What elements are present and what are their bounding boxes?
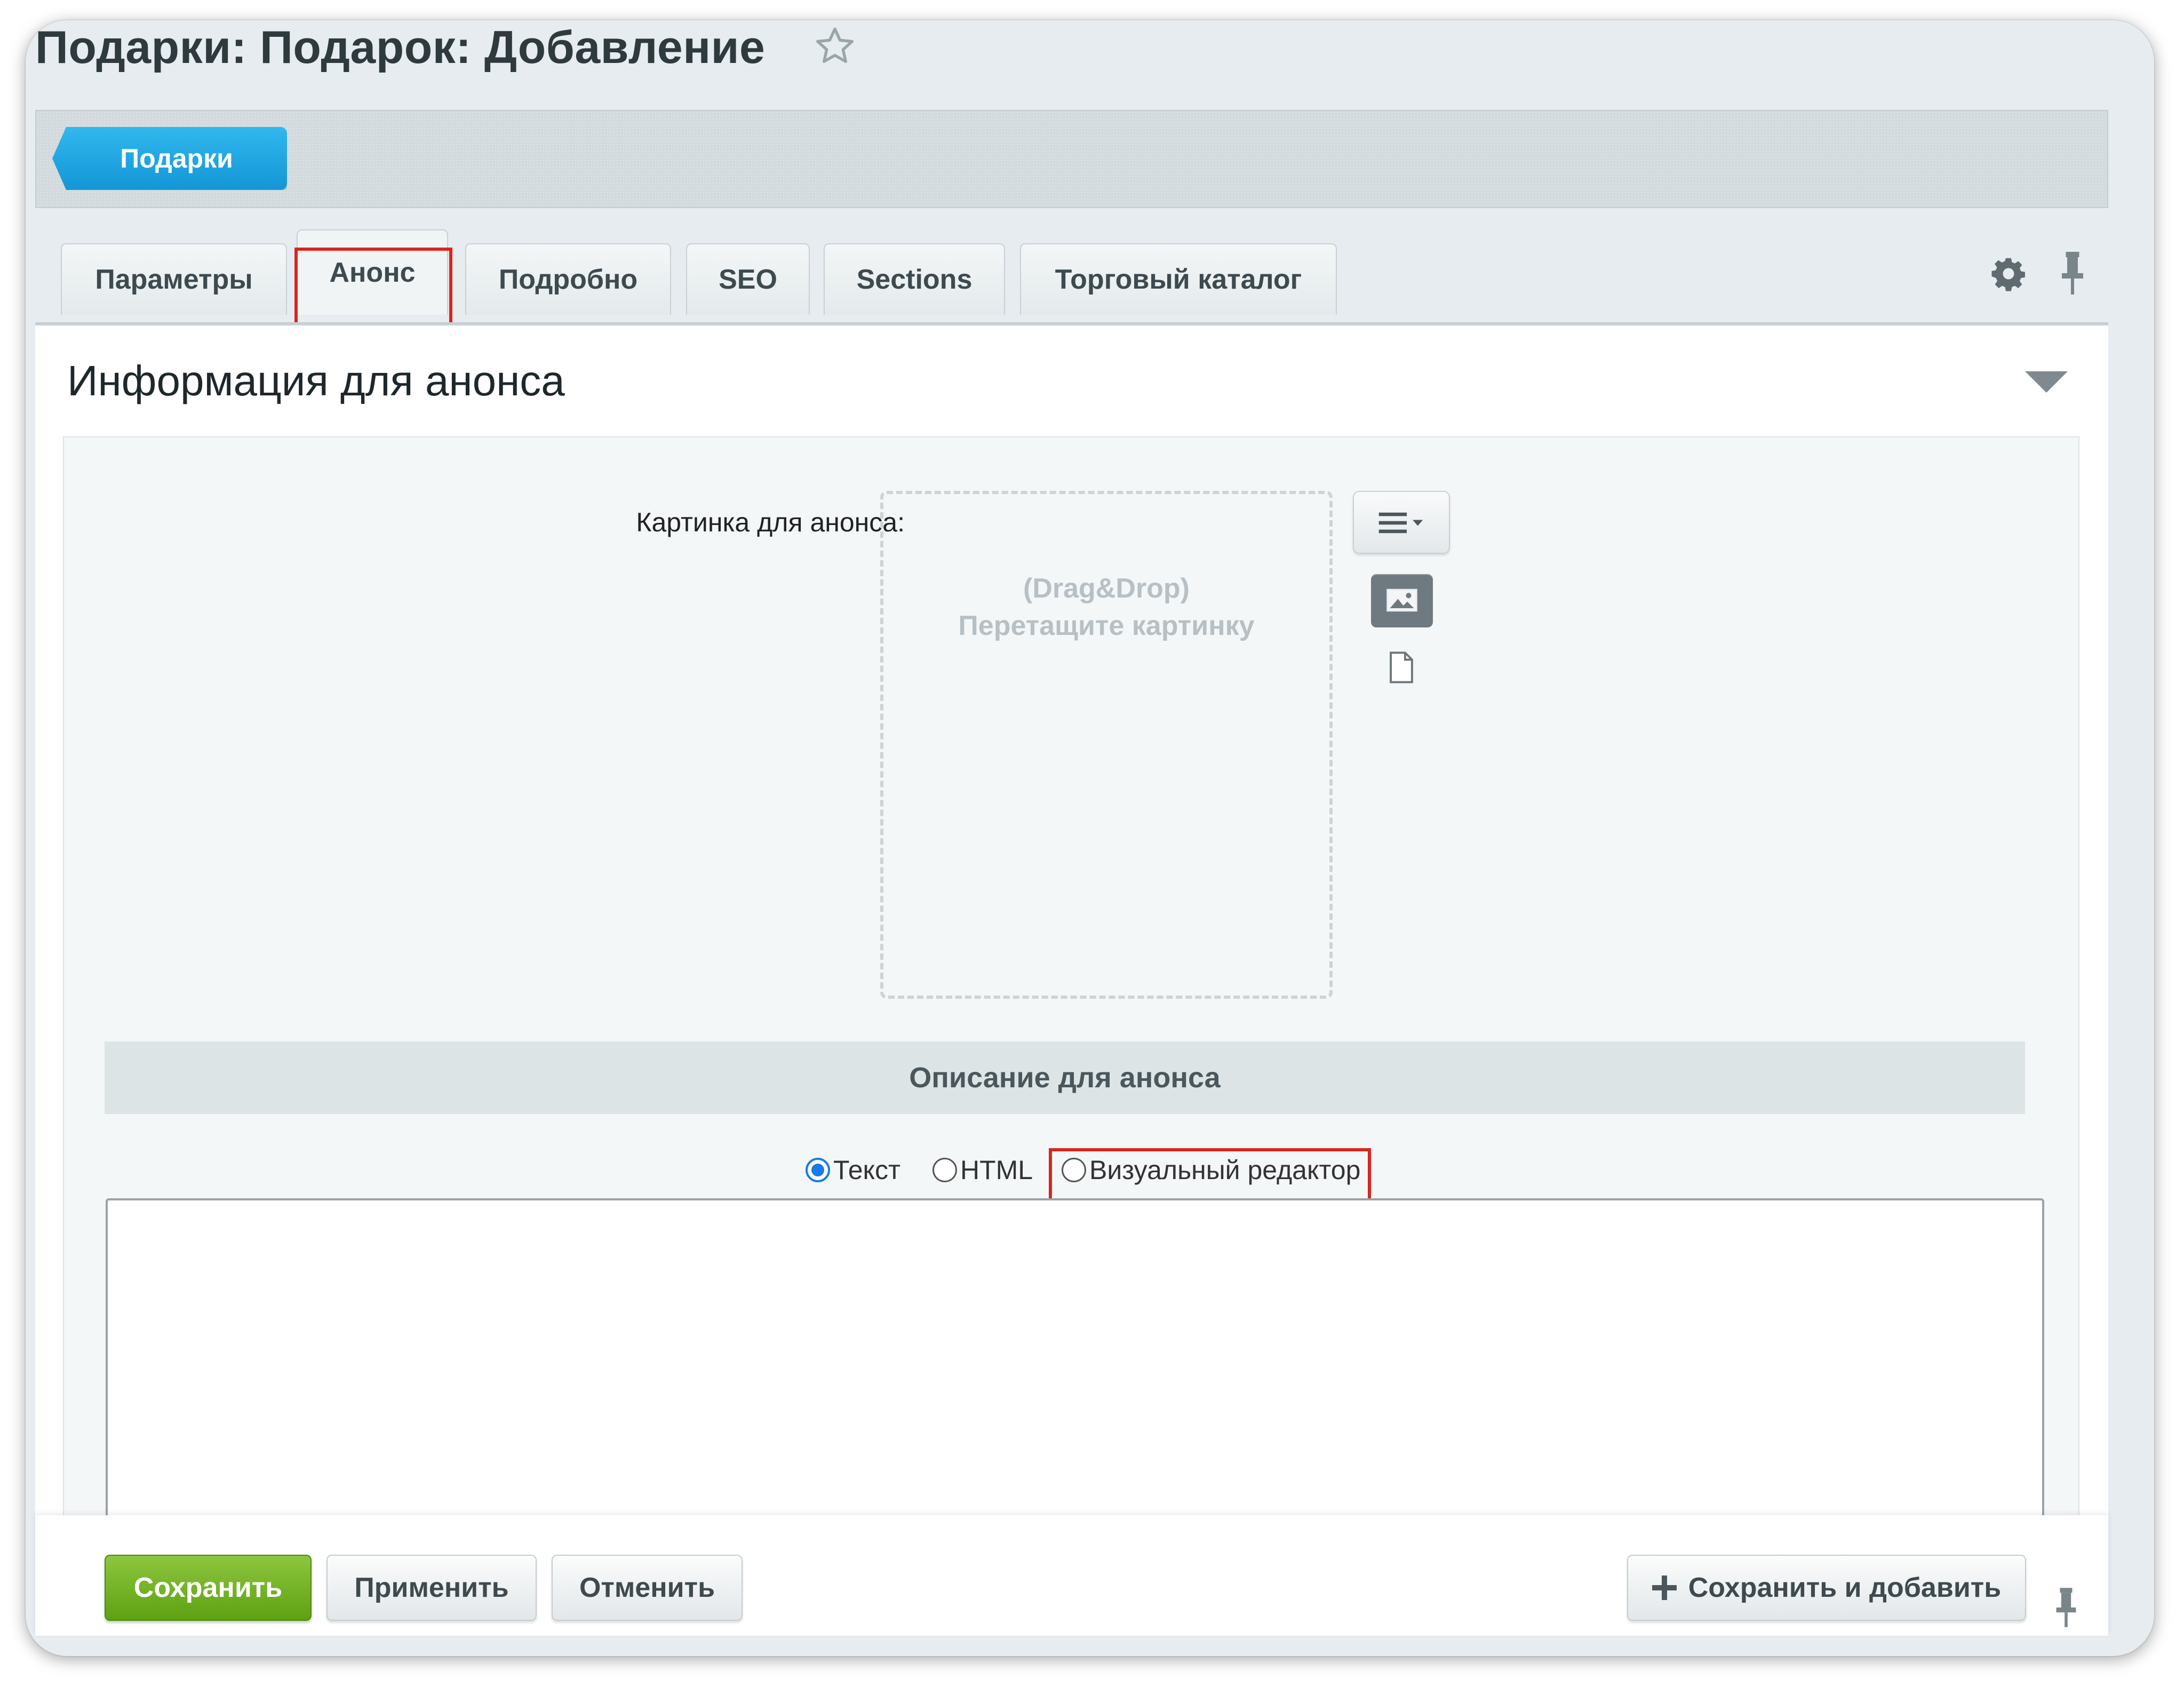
radio-html-option[interactable]: HTML (932, 1155, 1033, 1185)
gear-icon[interactable] (1990, 255, 2027, 292)
radio-text-option[interactable]: Текст (806, 1155, 900, 1185)
picture-icon (1386, 588, 1417, 612)
tab-announce[interactable]: Анонс (297, 229, 448, 315)
breadcrumb-back-button[interactable]: Подарки (52, 127, 287, 190)
radio-html-label: HTML (960, 1155, 1033, 1185)
radio-text[interactable] (806, 1158, 830, 1182)
radio-visual-label: Визуальный редактор (1089, 1155, 1361, 1185)
cancel-button[interactable]: Отменить (552, 1555, 743, 1621)
tab-trade-catalog[interactable]: Торговый каталог (1020, 243, 1337, 315)
save-and-add-label: Сохранить и добавить (1688, 1572, 2002, 1603)
tab-parameters[interactable]: Параметры (61, 243, 287, 315)
section-title: Информация для анонса (67, 357, 565, 404)
apply-button[interactable]: Применить (326, 1555, 537, 1621)
plus-icon (1652, 1575, 1677, 1600)
tab-details[interactable]: Подробно (465, 243, 671, 315)
dropzone-hint-line1: (Drag&Drop) (1023, 573, 1190, 604)
image-upload-button[interactable] (1371, 574, 1433, 627)
tab-sections[interactable]: Sections (824, 243, 1005, 315)
radio-html[interactable] (932, 1158, 957, 1182)
image-field-label: Картинка для анонса: (636, 507, 905, 537)
collapse-chevron-icon[interactable] (2025, 371, 2068, 398)
image-menu-button[interactable] (1353, 491, 1450, 554)
star-icon[interactable] (814, 25, 856, 67)
page-title: Подарки: Подарок: Добавление (35, 22, 766, 73)
pin-icon[interactable] (2059, 252, 2086, 295)
radio-visual-option[interactable]: Визуальный редактор (1062, 1155, 1360, 1185)
dropzone-hint: (Drag&Drop) Перетащите картинку (880, 570, 1333, 644)
save-and-add-button[interactable]: Сохранить и добавить (1627, 1555, 2026, 1621)
dropzone-hint-line2: Перетащите картинку (958, 610, 1255, 641)
breadcrumb (35, 110, 2108, 208)
file-icon[interactable] (1389, 651, 1414, 684)
save-button[interactable]: Сохранить (105, 1555, 312, 1621)
footer-pin-icon[interactable] (2054, 1588, 2078, 1627)
radio-visual[interactable] (1062, 1158, 1086, 1182)
menu-dropdown-icon (1378, 512, 1423, 534)
image-dropzone[interactable] (880, 491, 1333, 999)
radio-text-label: Текст (833, 1155, 900, 1185)
tab-seo[interactable]: SEO (686, 243, 810, 315)
description-header: Описание для анонса (105, 1041, 2025, 1114)
